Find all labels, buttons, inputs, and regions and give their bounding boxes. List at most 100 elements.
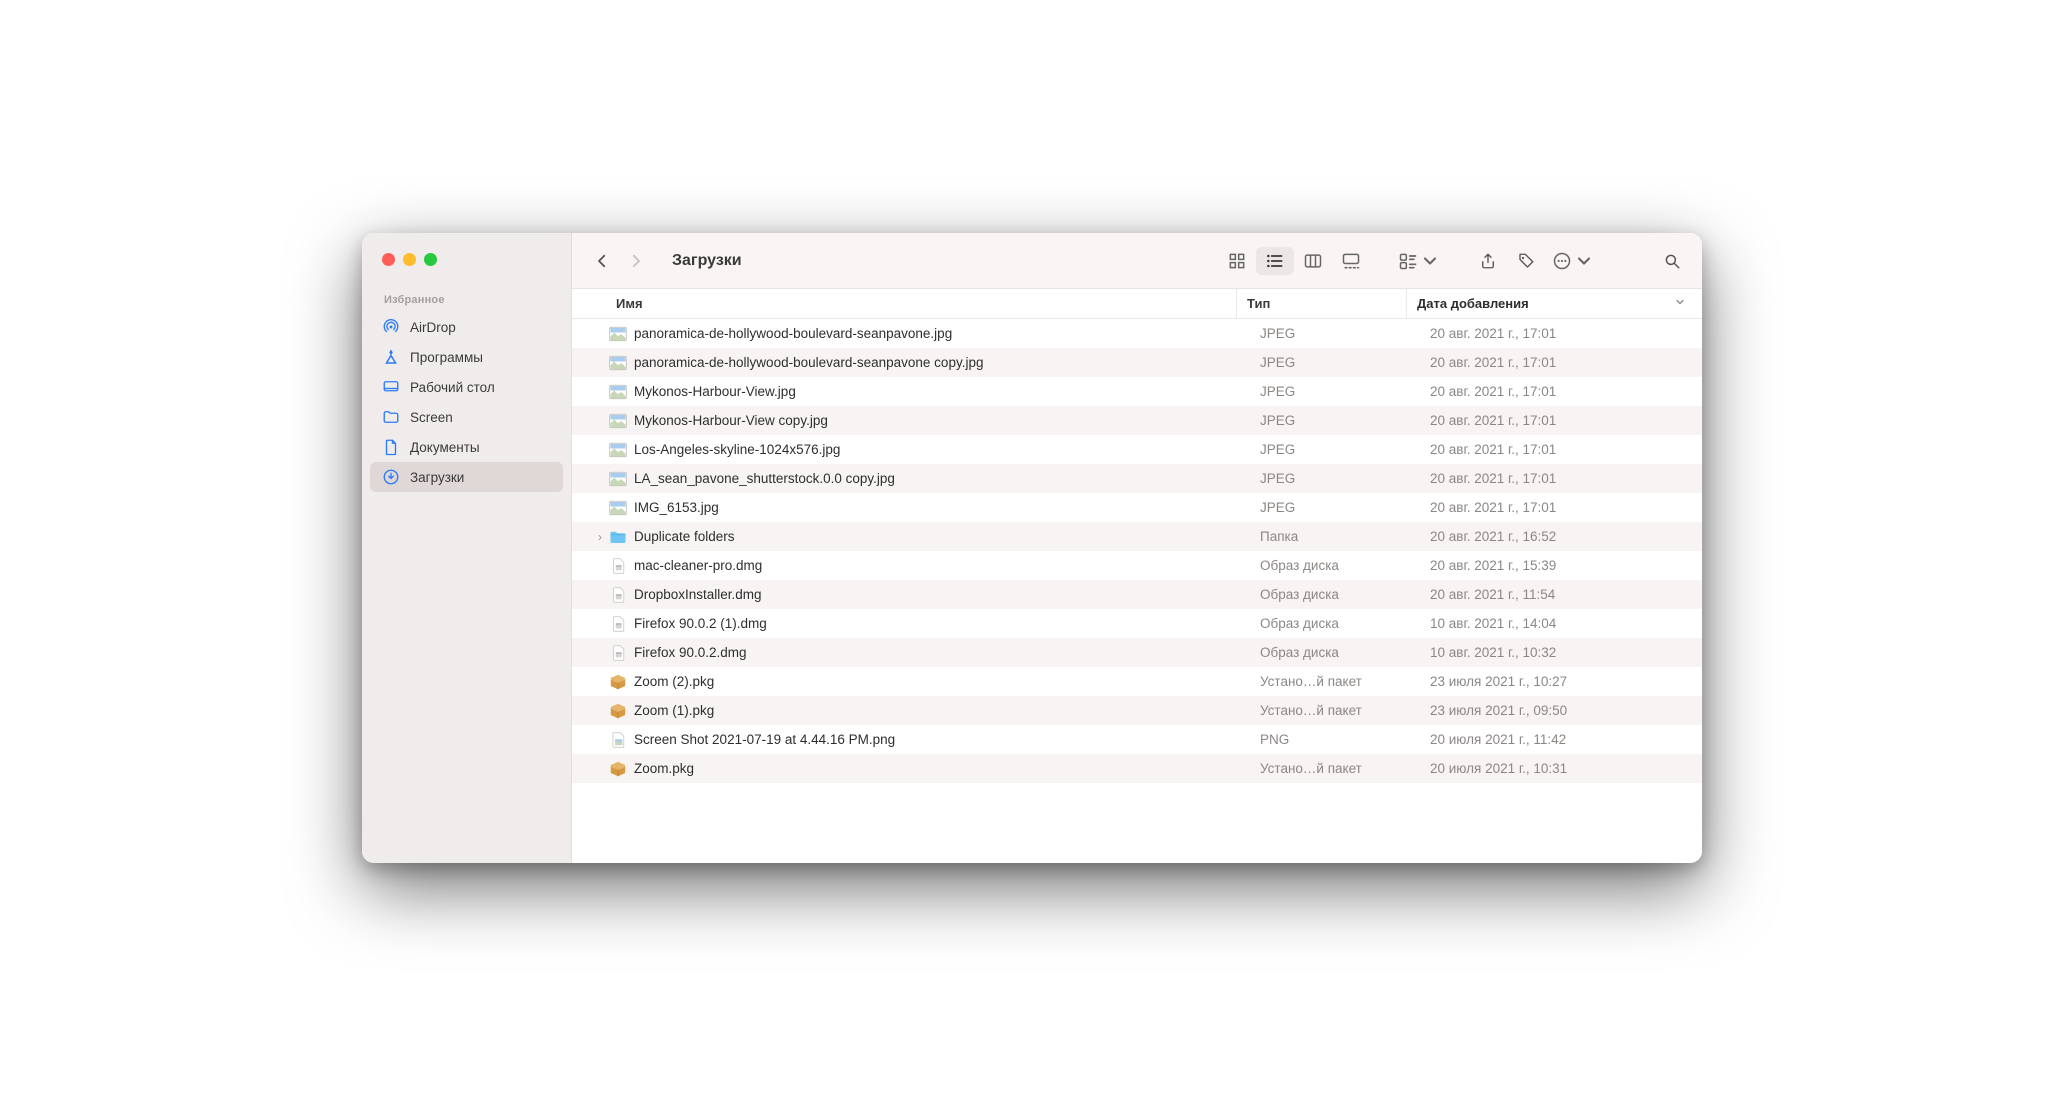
file-type: JPEG [1250, 500, 1420, 515]
file-date: 20 июля 2021 г., 11:42 [1420, 732, 1702, 747]
file-type-icon [608, 615, 628, 633]
main-panel: Загрузки Имя Тип Дата до [572, 233, 1702, 863]
file-date: 10 авг. 2021 г., 10:32 [1420, 645, 1702, 660]
file-type-icon [608, 673, 628, 691]
file-date: 20 авг. 2021 г., 17:01 [1420, 500, 1702, 515]
sidebar-item-5[interactable]: Загрузки [370, 462, 563, 492]
file-name: Zoom.pkg [634, 761, 1250, 776]
view-columns-button[interactable] [1294, 247, 1332, 275]
sidebar-item-3[interactable]: Screen [370, 402, 563, 432]
sidebar-item-2[interactable]: Рабочий стол [370, 372, 563, 402]
share-button[interactable] [1472, 247, 1504, 275]
table-row[interactable]: ›Zoom (2).pkgУстано…й пакет23 июля 2021 … [572, 667, 1702, 696]
file-date: 20 авг. 2021 г., 17:01 [1420, 384, 1702, 399]
file-date: 10 авг. 2021 г., 14:04 [1420, 616, 1702, 631]
column-headers: Имя Тип Дата добавления [572, 289, 1702, 319]
file-type-icon [608, 325, 628, 343]
file-date: 20 авг. 2021 г., 17:01 [1420, 413, 1702, 428]
download-icon [382, 468, 400, 486]
action-menu-button[interactable] [1548, 247, 1598, 275]
file-date: 20 авг. 2021 г., 17:01 [1420, 442, 1702, 457]
file-type: Устано…й пакет [1250, 761, 1420, 776]
file-name: Los-Angeles-skyline-1024x576.jpg [634, 442, 1250, 457]
sidebar-item-label: Программы [410, 350, 483, 365]
file-type: Образ диска [1250, 645, 1420, 660]
table-row[interactable]: ›Firefox 90.0.2.dmgОбраз диска10 авг. 20… [572, 638, 1702, 667]
file-type: Образ диска [1250, 587, 1420, 602]
table-row[interactable]: ›Mykonos-Harbour-View.jpgJPEG20 авг. 202… [572, 377, 1702, 406]
file-type: JPEG [1250, 326, 1420, 341]
doc-icon [382, 438, 400, 456]
airdrop-icon [382, 318, 400, 336]
file-type-icon [608, 644, 628, 662]
file-type-icon [608, 760, 628, 778]
file-type: Образ диска [1250, 616, 1420, 631]
table-row[interactable]: ›DropboxInstaller.dmgОбраз диска20 авг. … [572, 580, 1702, 609]
file-type-icon [608, 441, 628, 459]
close-window-button[interactable] [382, 253, 395, 266]
file-name: Firefox 90.0.2 (1).dmg [634, 616, 1250, 631]
view-icons-button[interactable] [1218, 247, 1256, 275]
sidebar: Избранное AirDropПрограммыРабочий столSc… [362, 233, 572, 863]
file-name: Zoom (2).pkg [634, 674, 1250, 689]
table-row[interactable]: ›Duplicate foldersПапка20 авг. 2021 г., … [572, 522, 1702, 551]
file-name: Screen Shot 2021-07-19 at 4.44.16 PM.png [634, 732, 1250, 747]
file-name: Mykonos-Harbour-View.jpg [634, 384, 1250, 399]
file-date: 23 июля 2021 г., 10:27 [1420, 674, 1702, 689]
file-name: DropboxInstaller.dmg [634, 587, 1250, 602]
file-date: 20 авг. 2021 г., 11:54 [1420, 587, 1702, 602]
view-gallery-button[interactable] [1332, 247, 1370, 275]
file-type-icon [608, 499, 628, 517]
sidebar-item-label: Документы [410, 440, 480, 455]
sort-indicator-icon [1674, 296, 1686, 311]
file-type-icon [608, 731, 628, 749]
file-date: 20 авг. 2021 г., 17:01 [1420, 326, 1702, 341]
table-row[interactable]: ›mac-cleaner-pro.dmgОбраз диска20 авг. 2… [572, 551, 1702, 580]
table-row[interactable]: ›Zoom.pkgУстано…й пакет20 июля 2021 г., … [572, 754, 1702, 783]
file-type: JPEG [1250, 442, 1420, 457]
sidebar-item-0[interactable]: AirDrop [370, 312, 563, 342]
file-name: Mykonos-Harbour-View copy.jpg [634, 413, 1250, 428]
table-row[interactable]: ›IMG_6153.jpgJPEG20 авг. 2021 г., 17:01 [572, 493, 1702, 522]
column-header-name[interactable]: Имя [616, 289, 1236, 318]
file-name: mac-cleaner-pro.dmg [634, 558, 1250, 573]
sidebar-item-1[interactable]: Программы [370, 342, 563, 372]
sidebar-item-4[interactable]: Документы [370, 432, 563, 462]
file-type-icon [608, 702, 628, 720]
table-row[interactable]: ›panoramica-de-hollywood-boulevard-seanp… [572, 348, 1702, 377]
table-row[interactable]: ›Screen Shot 2021-07-19 at 4.44.16 PM.pn… [572, 725, 1702, 754]
view-switch [1218, 247, 1370, 275]
zoom-window-button[interactable] [424, 253, 437, 266]
file-date: 20 авг. 2021 г., 17:01 [1420, 355, 1702, 370]
file-name: LA_sean_pavone_shutterstock.0.0 copy.jpg [634, 471, 1250, 486]
file-type-icon [608, 383, 628, 401]
search-button[interactable] [1656, 247, 1688, 275]
file-date: 20 авг. 2021 г., 17:01 [1420, 471, 1702, 486]
file-type: JPEG [1250, 413, 1420, 428]
column-header-date[interactable]: Дата добавления [1406, 289, 1702, 318]
file-type: JPEG [1250, 355, 1420, 370]
forward-button[interactable] [620, 247, 652, 275]
table-row[interactable]: ›panoramica-de-hollywood-boulevard-seanp… [572, 319, 1702, 348]
minimize-window-button[interactable] [403, 253, 416, 266]
column-header-type[interactable]: Тип [1236, 289, 1406, 318]
toolbar: Загрузки [572, 233, 1702, 289]
group-by-button[interactable] [1394, 247, 1444, 275]
folder-s-icon [382, 408, 400, 426]
finder-window: Избранное AirDropПрограммыРабочий столSc… [362, 233, 1702, 863]
file-name: Zoom (1).pkg [634, 703, 1250, 718]
window-title: Загрузки [672, 252, 742, 270]
sidebar-item-label: Загрузки [410, 470, 464, 485]
file-date: 20 авг. 2021 г., 16:52 [1420, 529, 1702, 544]
table-row[interactable]: ›LA_sean_pavone_shutterstock.0.0 copy.jp… [572, 464, 1702, 493]
apps-icon [382, 348, 400, 366]
table-row[interactable]: ›Firefox 90.0.2 (1).dmgОбраз диска10 авг… [572, 609, 1702, 638]
disclosure-triangle-icon[interactable]: › [592, 530, 608, 544]
table-row[interactable]: ›Zoom (1).pkgУстано…й пакет23 июля 2021 … [572, 696, 1702, 725]
file-type: PNG [1250, 732, 1420, 747]
table-row[interactable]: ›Mykonos-Harbour-View copy.jpgJPEG20 авг… [572, 406, 1702, 435]
back-button[interactable] [586, 247, 618, 275]
tags-button[interactable] [1510, 247, 1542, 275]
view-list-button[interactable] [1256, 247, 1294, 275]
table-row[interactable]: ›Los-Angeles-skyline-1024x576.jpgJPEG20 … [572, 435, 1702, 464]
